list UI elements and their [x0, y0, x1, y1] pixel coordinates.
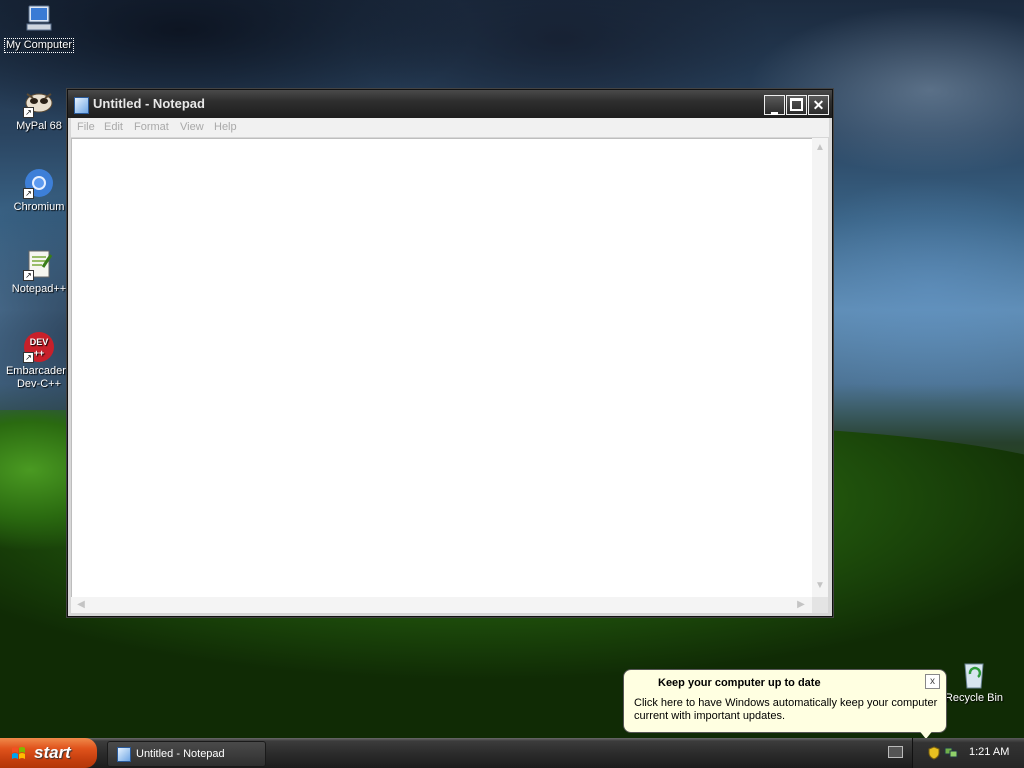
taskbar-button-label: Untitled - Notepad: [136, 748, 225, 760]
notepad-icon: [74, 97, 89, 114]
start-label: start: [34, 743, 71, 762]
close-button[interactable]: ✕: [808, 95, 829, 115]
balloon-title: Keep your computer up to date: [658, 677, 821, 689]
menu-file[interactable]: File: [77, 121, 95, 133]
desktop-icon-label: Chromium: [13, 201, 65, 213]
update-balloon[interactable]: Keep your computer up to date x Click he…: [623, 669, 947, 733]
desktop-icon-label: Notepad++: [11, 283, 67, 295]
desktop-icon-devcpp[interactable]: DEV ++ ↗ Embarcadero Dev-C++: [1, 331, 77, 391]
shortcut-arrow-icon: ↗: [23, 188, 34, 199]
shortcut-arrow-icon: ↗: [23, 352, 34, 363]
desktop-icon-my-computer[interactable]: My Computer: [1, 4, 77, 53]
scroll-left-icon[interactable]: ◀: [73, 597, 89, 613]
desktop-icon-chromium[interactable]: ↗ Chromium: [1, 167, 77, 214]
notepadpp-icon: ↗: [23, 249, 55, 281]
taskbar-button-notepad[interactable]: Untitled - Notepad: [107, 741, 266, 767]
desktop-icon-label-line2: Dev-C++: [16, 378, 62, 390]
svg-text:++: ++: [34, 348, 45, 358]
keyboard-icon[interactable]: [888, 746, 903, 758]
menu-bar: File Edit Format View Help: [71, 118, 829, 137]
taskbar: start Untitled - Notepad 1:21 AM: [0, 738, 1024, 768]
network-icon[interactable]: [944, 745, 958, 759]
maximize-icon: [790, 98, 803, 111]
vertical-scrollbar[interactable]: ▲ ▼: [812, 138, 828, 597]
maximize-button[interactable]: [786, 95, 807, 115]
menu-format[interactable]: Format: [134, 121, 169, 133]
chromium-icon: ↗: [23, 167, 55, 199]
scroll-up-icon[interactable]: ▲: [812, 140, 828, 156]
shortcut-arrow-icon: ↗: [23, 107, 34, 118]
windows-flag-icon: [12, 747, 25, 759]
notepad-icon: [117, 747, 131, 762]
mypal-icon: ↗: [23, 86, 55, 118]
desktop-icon-mypal[interactable]: ↗ MyPal 68: [1, 86, 77, 133]
close-icon: ✕: [812, 97, 825, 113]
desktop-icon-label: My Computer: [3, 38, 75, 53]
notepad-window[interactable]: Untitled - Notepad ✕ File Edit Format Vi…: [67, 89, 833, 617]
recycle-bin-icon: [958, 658, 990, 690]
clock[interactable]: 1:21 AM: [969, 746, 1009, 758]
window-title: Untitled - Notepad: [93, 96, 205, 111]
text-editor[interactable]: [71, 138, 813, 598]
minimize-icon: [771, 112, 778, 115]
menu-help[interactable]: Help: [214, 121, 237, 133]
balloon-close-icon[interactable]: x: [925, 674, 940, 689]
computer-icon: [23, 4, 55, 36]
minimize-button[interactable]: [764, 95, 785, 115]
balloon-text: Click here to have Windows automatically…: [634, 697, 938, 722]
desktop-icon-label: MyPal 68: [16, 120, 62, 132]
desktop-icon-recycle-bin[interactable]: Recycle Bin: [936, 658, 1012, 705]
horizontal-scrollbar[interactable]: ◀ ▶: [71, 597, 812, 613]
desktop-icon-label-line1: Embarcadero: [5, 365, 73, 377]
title-bar[interactable]: Untitled - Notepad ✕: [68, 90, 832, 118]
start-button[interactable]: start: [0, 738, 97, 768]
desktop-icon-notepadpp[interactable]: ↗ Notepad++: [1, 249, 77, 296]
security-shield-icon[interactable]: [927, 746, 941, 760]
desktop-icon-label: Recycle Bin: [944, 692, 1004, 704]
shortcut-arrow-icon: ↗: [23, 270, 34, 281]
resize-grip[interactable]: [812, 597, 828, 613]
devcpp-icon: DEV ++ ↗: [23, 331, 55, 363]
scroll-right-icon[interactable]: ▶: [793, 597, 809, 613]
svg-text:DEV: DEV: [30, 337, 49, 347]
menu-view[interactable]: View: [180, 121, 204, 133]
scroll-down-icon[interactable]: ▼: [812, 578, 828, 594]
system-tray: 1:21 AM: [912, 738, 1024, 768]
menu-edit[interactable]: Edit: [104, 121, 123, 133]
